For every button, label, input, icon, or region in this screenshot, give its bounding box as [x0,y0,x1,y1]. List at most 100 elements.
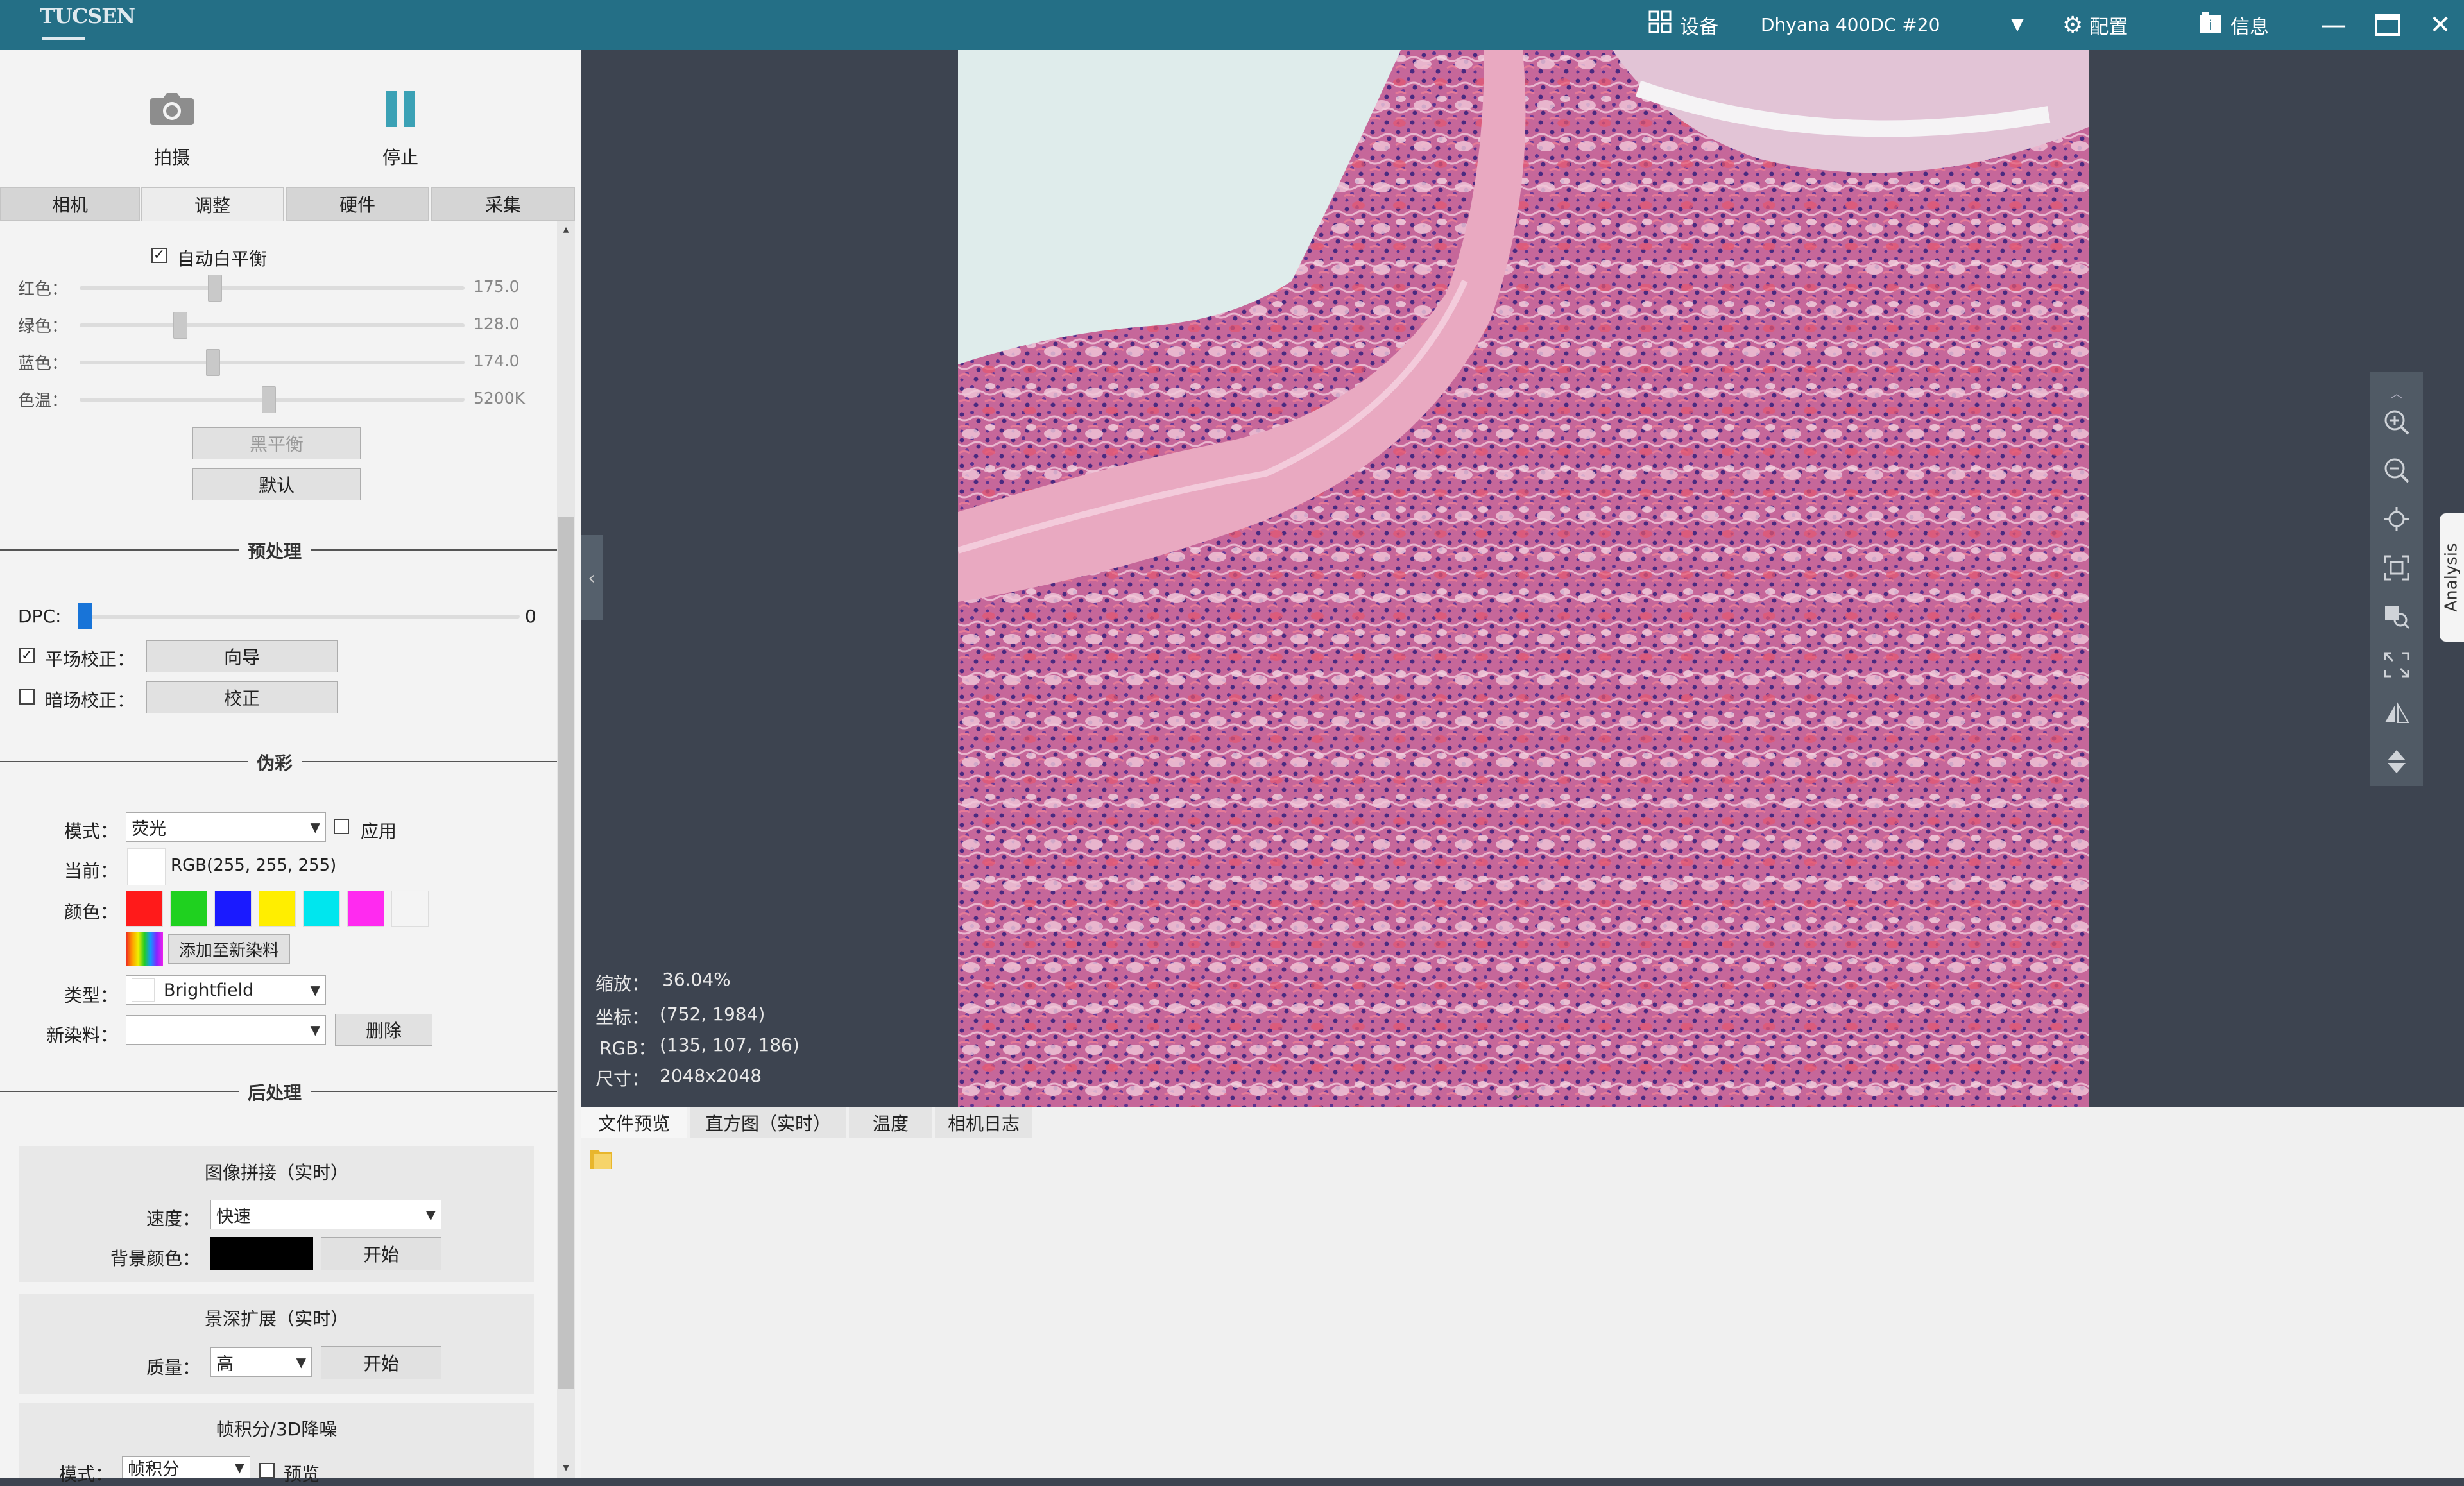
current-color-swatch [127,848,166,885]
wb-slider-thumb[interactable] [262,386,276,413]
wb-slider-thumb[interactable] [206,349,220,376]
close-icon[interactable]: ✕ [2418,0,2463,50]
rgb-label: RGB： [599,1034,656,1060]
denoise-preview-checkbox[interactable] [259,1463,275,1478]
maximize-icon[interactable] [2365,0,2410,50]
fullscreen-icon[interactable] [2377,640,2416,689]
bottom-panel [581,1107,2464,1478]
color-swatch[interactable] [170,891,207,927]
dark-field-checkbox[interactable] [19,689,35,705]
quality-select[interactable]: 高 ▼ [210,1347,312,1377]
folder-icon[interactable] [588,1145,616,1175]
rainbow-palette-icon[interactable] [126,932,163,966]
expand-bottom-icon[interactable]: ⌄ [1512,1084,1525,1102]
shoot-label: 拍摄 [108,144,236,169]
toolbar-collapse-icon[interactable]: ︿ [2390,389,2403,398]
black-balance-button[interactable]: 黑平衡 [193,427,361,459]
denoise-mode-label: 模式： [59,1460,113,1486]
new-stain-select[interactable]: ▼ [126,1015,326,1045]
dpc-slider-thumb[interactable] [78,603,92,629]
wb-slider-track[interactable] [80,286,465,290]
device-select[interactable]: Dhyana 400DC #20 ▼ [1761,9,2024,40]
tab-adjust[interactable]: 调整 [141,187,284,221]
current-color-label: 当前： [64,857,118,883]
tab-capture[interactable]: 采集 [431,187,575,221]
rgb-value: (135, 107, 186) [660,1034,800,1055]
wb-slider-track[interactable] [80,323,465,327]
new-stain-label: 新染料： [46,1021,118,1047]
analysis-tab-label: Analysis [2442,543,2461,611]
scrollbar-thumb[interactable] [558,517,574,1389]
chevron-down-icon: ▼ [311,982,320,998]
wb-slider-track[interactable] [80,361,465,364]
mode-select[interactable]: 荧光 ▼ [126,812,326,842]
flat-field-checkbox[interactable]: ✓ [19,648,35,663]
svg-text:i: i [2209,17,2212,33]
color-swatch[interactable] [214,891,252,927]
color-swatch[interactable] [391,891,429,927]
minimize-icon[interactable]: — [2311,0,2356,50]
type-label: 类型： [64,982,118,1007]
preprocess-title: 预处理 [239,538,311,563]
dpc-value: 0 [525,606,536,627]
info-button[interactable]: i 信息 [2198,0,2269,50]
flip-vertical-icon[interactable] [2377,737,2416,786]
scroll-down-icon[interactable]: ▾ [560,1462,572,1474]
bg-color-swatch[interactable] [210,1237,313,1270]
flip-horizontal-icon[interactable] [2377,689,2416,738]
auto-wb-checkbox[interactable]: ✓ [151,248,167,263]
mode-select-value: 荧光 [132,815,166,840]
chevron-down-icon: ▼ [235,1460,244,1475]
speed-label: 速度： [146,1205,200,1231]
fit-to-window-icon[interactable] [2377,543,2416,592]
scroll-up-icon[interactable]: ▴ [560,223,572,236]
flat-field-wizard-button[interactable]: 向导 [146,640,338,672]
gear-icon: ⚙ [2062,12,2083,38]
edf-start-button[interactable]: 开始 [321,1346,441,1379]
dark-field-calibrate-button[interactable]: 校正 [146,681,338,713]
tab-capture-label: 采集 [485,191,521,217]
dpc-slider-track[interactable] [80,615,520,619]
actual-size-icon[interactable] [2377,592,2416,641]
edf-title: 景深扩展（实时） [19,1305,534,1331]
type-select-value: Brightfield [164,980,253,1000]
wb-slider-thumb[interactable] [173,312,187,339]
zoom-in-icon[interactable] [2377,398,2416,447]
color-swatch[interactable] [347,891,384,927]
stitch-start-button[interactable]: 开始 [321,1237,441,1270]
type-select[interactable]: Brightfield ▼ [126,975,326,1005]
denoise-mode-select[interactable]: 帧积分 ▼ [122,1456,250,1478]
color-swatch[interactable] [259,891,296,927]
zoom-out-icon[interactable] [2377,447,2416,495]
device-menu-button[interactable]: 设备 [1648,0,1718,50]
denoise-preview-label: 预览 [284,1460,320,1486]
tab-camera-label: 相机 [52,191,88,217]
pseudo-color-title: 伪彩 [248,749,302,775]
tab-histogram[interactable]: 直方图（实时） [690,1107,846,1138]
shoot-button[interactable]: 拍摄 [108,80,236,169]
analysis-tab[interactable]: Analysis [2440,513,2464,642]
config-button[interactable]: ⚙ 配置 [2062,0,2128,50]
stop-button[interactable]: 停止 [336,80,465,169]
color-swatch[interactable] [303,891,340,927]
tab-camera[interactable]: 相机 [0,187,140,221]
bg-color-label: 背景颜色： [110,1245,200,1270]
tab-temperature[interactable]: 温度 [849,1107,932,1138]
device-label: 设备 [1680,11,1718,39]
delete-button[interactable]: 删除 [335,1014,432,1046]
tab-camera-log[interactable]: 相机日志 [935,1107,1032,1138]
apply-checkbox[interactable] [334,819,349,834]
tab-hardware[interactable]: 硬件 [286,187,429,221]
wb-slider-thumb[interactable] [208,275,222,302]
add-new-stain-button[interactable]: 添加至新染料 [168,934,290,964]
speed-select[interactable]: 快速 ▼ [210,1200,441,1229]
collapse-panel-handle[interactable]: ‹ [581,535,603,620]
tab-file-preview[interactable]: 文件预览 [581,1107,687,1138]
tab-temperature-label: 温度 [873,1110,909,1136]
default-button[interactable]: 默认 [193,468,361,500]
reset-view-icon[interactable] [2377,495,2416,543]
microscope-image[interactable] [958,50,2089,1107]
grid-icon [1648,10,1673,41]
type-color-swatch [132,978,155,1002]
color-swatch[interactable] [126,891,163,927]
